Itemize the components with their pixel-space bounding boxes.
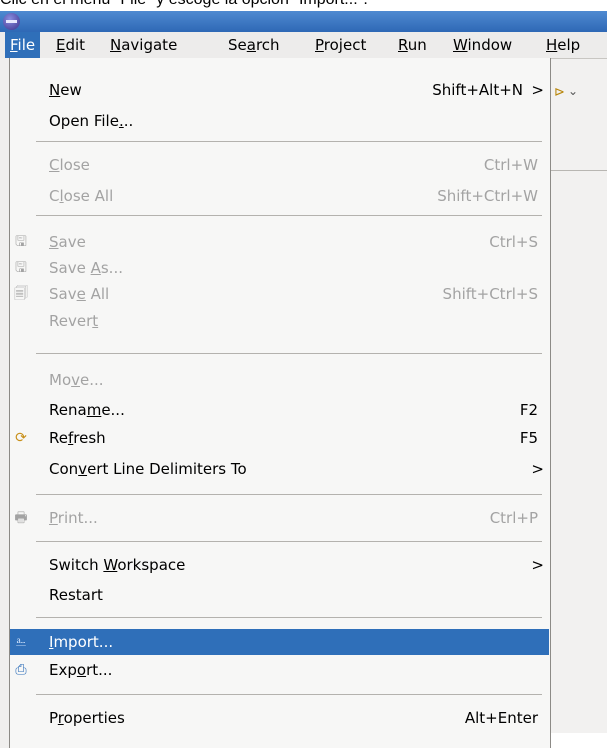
- menu-item-accelerator: Shift+Ctrl+S: [442, 285, 538, 303]
- menu-item-save-all: 🗐 Save All Shift+Ctrl+S: [10, 281, 549, 307]
- chevron-down-icon[interactable]: ⌄: [568, 84, 578, 98]
- menu-item-label: Save All: [49, 285, 110, 303]
- menu-separator: [36, 541, 542, 542]
- menu-edit-mnemonic: E: [56, 36, 66, 54]
- menu-item-properties[interactable]: Properties Alt+Enter: [10, 705, 549, 731]
- menu-left-edge: [0, 58, 9, 748]
- menu-item-label: Properties: [49, 709, 125, 727]
- open-folder-icon[interactable]: ⊳: [554, 85, 565, 100]
- menu-item-new[interactable]: New Shift+Alt+N >: [10, 77, 549, 103]
- menu-item-convert-line-delimiters[interactable]: Convert Line Delimiters To >: [10, 456, 549, 482]
- menu-search[interactable]: Search: [223, 32, 285, 58]
- save-icon: 🖫: [15, 234, 27, 250]
- menu-separator: [36, 694, 542, 695]
- menu-item-label: Save: [49, 233, 86, 251]
- menu-file-label: ile: [17, 36, 36, 54]
- menu-project-mnemonic: P: [315, 36, 324, 54]
- toolbar-divider: [549, 170, 607, 171]
- menu-item-save: 🖫 Save Ctrl+S: [10, 229, 549, 255]
- menu-separator: [36, 494, 542, 495]
- save-all-icon: 🗐: [14, 286, 28, 302]
- menu-item-label: Switch Workspace: [49, 556, 186, 574]
- menu-run-mnemonic: R: [398, 36, 408, 54]
- menu-item-label: Revert: [49, 312, 99, 330]
- refresh-icon: ⟳: [15, 430, 27, 446]
- menu-item-move: Move...: [10, 367, 549, 393]
- menu-item-label: Close: [49, 156, 90, 174]
- menu-item-label: Export...: [49, 661, 113, 679]
- menu-item-label: Restart: [49, 586, 103, 604]
- menu-separator: [36, 141, 542, 142]
- instruction-caption: Clic en el menú "File" y escoge la opció…: [0, 0, 607, 11]
- menu-separator: [36, 353, 542, 354]
- submenu-arrow-icon: >: [531, 460, 544, 478]
- menu-item-label: Save As...: [49, 259, 123, 277]
- menu-item-open-file[interactable]: Open File...: [10, 108, 549, 134]
- menu-item-close: Close Ctrl+W: [10, 152, 549, 178]
- menu-item-save-as: 🖫 Save As...: [10, 255, 549, 281]
- menu-item-refresh[interactable]: ⟳ Refresh F5: [10, 425, 549, 451]
- menu-item-print: 🖶 Print... Ctrl+P: [10, 505, 549, 531]
- menu-item-switch-workspace[interactable]: Switch Workspace >: [10, 552, 549, 578]
- menu-item-label: Close All: [49, 187, 114, 205]
- window-titlebar: [0, 11, 607, 32]
- menu-item-accelerator: Ctrl+P: [489, 509, 538, 527]
- menu-file[interactable]: File: [5, 32, 41, 58]
- menu-item-label: Refresh: [49, 429, 106, 447]
- menu-item-import[interactable]: ⎁ Import...: [10, 629, 549, 655]
- menu-item-accelerator: F5: [519, 429, 538, 447]
- menu-edit[interactable]: Edit: [51, 32, 90, 58]
- menu-item-label: Convert Line Delimiters To: [49, 460, 247, 478]
- menu-help[interactable]: Help: [541, 32, 585, 58]
- menu-project[interactable]: Project: [310, 32, 371, 58]
- menu-item-revert: Revert: [10, 308, 549, 334]
- workbench-background: [549, 59, 607, 733]
- menu-item-label: Import...: [49, 633, 114, 651]
- menu-search-mnemonic: a: [246, 36, 256, 54]
- menu-item-close-all: Close All Shift+Ctrl+W: [10, 183, 549, 209]
- menu-item-rename[interactable]: Rename... F2: [10, 397, 549, 423]
- menu-item-label: New: [49, 81, 82, 99]
- menu-item-accelerator: Alt+Enter: [464, 709, 538, 727]
- menu-item-label: Move...: [49, 371, 104, 389]
- menu-help-mnemonic: H: [546, 36, 558, 54]
- menu-item-label: Rename...: [49, 401, 125, 419]
- menu-separator: [36, 617, 542, 618]
- submenu-arrow-icon: >: [531, 81, 544, 99]
- menu-item-export[interactable]: ⎙ Export...: [10, 657, 549, 683]
- menu-item-restart[interactable]: Restart: [10, 582, 549, 608]
- menu-run[interactable]: Run: [393, 32, 432, 58]
- save-as-icon: 🖫: [15, 260, 27, 276]
- menu-navigate-mnemonic: N: [110, 36, 122, 54]
- menu-file-mnemonic: F: [10, 36, 18, 54]
- menu-separator: [36, 215, 542, 216]
- menu-item-accelerator: Shift+Alt+N: [432, 81, 523, 99]
- submenu-arrow-icon: >: [531, 556, 544, 574]
- import-icon: ⎁: [15, 634, 27, 650]
- print-icon: 🖶: [14, 510, 28, 526]
- menu-window-mnemonic: W: [453, 36, 468, 54]
- menu-item-accelerator: F2: [519, 401, 538, 419]
- menu-item-label: Print...: [49, 509, 98, 527]
- menubar: File Edit Navigate Search Project Run Wi…: [0, 32, 607, 59]
- menu-window[interactable]: Window: [448, 32, 517, 58]
- export-icon: ⎙: [15, 662, 27, 678]
- menu-item-label: Open File...: [49, 112, 134, 130]
- menu-item-accelerator: Ctrl+S: [489, 233, 538, 251]
- menu-navigate[interactable]: Navigate: [105, 32, 182, 58]
- eclipse-app-icon: [3, 13, 20, 30]
- menu-item-accelerator: Ctrl+W: [483, 156, 538, 174]
- menu-item-accelerator: Shift+Ctrl+W: [437, 187, 538, 205]
